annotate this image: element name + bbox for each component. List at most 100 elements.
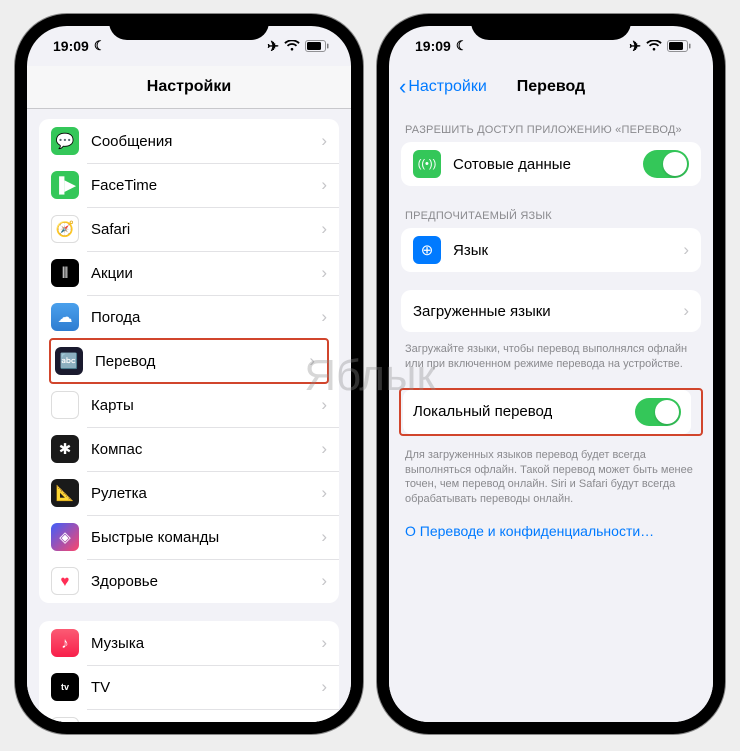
chevron-icon: ›	[321, 439, 327, 459]
row-label: Рулетка	[91, 485, 321, 502]
content[interactable]: 💬 Сообщения › ▐▶ FaceTime › 🧭 Safari ›	[27, 109, 351, 722]
settings-group-2: ♪ Музыка › tv TV › ✿ Фото ›	[39, 621, 339, 722]
chevron-icon: ›	[321, 395, 327, 415]
group-language: ⊕ Язык ›	[401, 228, 701, 272]
row-health[interactable]: ♥ Здоровье ›	[39, 559, 339, 603]
chevron-icon: ›	[321, 677, 327, 697]
row-safari[interactable]: 🧭 Safari ›	[39, 207, 339, 251]
maps-icon: ➤	[51, 391, 79, 419]
row-messages[interactable]: 💬 Сообщения ›	[39, 119, 339, 163]
photos-icon: ✿	[51, 717, 79, 722]
highlight-local: Локальный перевод	[399, 388, 703, 436]
status-time: 19:09	[415, 38, 451, 54]
chevron-icon: ›	[683, 301, 689, 321]
local-toggle[interactable]	[635, 398, 681, 426]
battery-icon	[305, 40, 329, 52]
row-label: Карты	[91, 397, 321, 414]
phone-left: 19:09 ☾ ✈ Настройки 💬 Сообщения ›	[15, 14, 363, 734]
chevron-icon: ›	[309, 351, 315, 371]
row-label: Язык	[453, 242, 683, 259]
group-downloaded: Загруженные языки ›	[401, 290, 701, 332]
health-icon: ♥	[51, 567, 79, 595]
screen-left: 19:09 ☾ ✈ Настройки 💬 Сообщения ›	[27, 26, 351, 722]
row-label: Safari	[91, 221, 321, 238]
row-shortcuts[interactable]: ◈ Быстрые команды ›	[39, 515, 339, 559]
dnd-icon: ☾	[94, 38, 106, 54]
row-label: Перевод	[95, 353, 309, 370]
chevron-icon: ›	[683, 240, 689, 260]
row-photos[interactable]: ✿ Фото ›	[39, 709, 339, 722]
row-cellular[interactable]: ((•)) Сотовые данные	[401, 142, 701, 186]
chevron-icon: ›	[321, 721, 327, 722]
content[interactable]: РАЗРЕШИТЬ ДОСТУП ПРИЛОЖЕНИЮ «ПЕРЕВОД» ((…	[389, 108, 713, 722]
section-header-lang: ПРЕДПОЧИТАЕМЫЙ ЯЗЫК	[389, 194, 713, 228]
wifi-icon	[646, 40, 662, 52]
chevron-icon: ›	[321, 263, 327, 283]
row-music[interactable]: ♪ Музыка ›	[39, 621, 339, 665]
nav-bar: ‹ Настройки Перевод	[389, 66, 713, 108]
chevron-icon: ›	[321, 131, 327, 151]
row-weather[interactable]: ☁ Погода ›	[39, 295, 339, 339]
chevron-icon: ›	[321, 633, 327, 653]
row-language[interactable]: ⊕ Язык ›	[401, 228, 701, 272]
highlight-translate: 🔤 Перевод ›	[49, 338, 329, 384]
chevron-icon: ›	[321, 175, 327, 195]
battery-icon	[667, 40, 691, 52]
chevron-icon: ›	[321, 483, 327, 503]
measure-icon: 📐	[51, 479, 79, 507]
music-icon: ♪	[51, 629, 79, 657]
safari-icon: 🧭	[51, 215, 79, 243]
back-button[interactable]: ‹ Настройки	[399, 74, 487, 100]
section-header-access: РАЗРЕШИТЬ ДОСТУП ПРИЛОЖЕНИЮ «ПЕРЕВОД»	[389, 108, 713, 142]
row-label: Здоровье	[91, 573, 321, 590]
weather-icon: ☁	[51, 303, 79, 331]
shortcuts-icon: ◈	[51, 523, 79, 551]
facetime-icon: ▐▶	[51, 171, 79, 199]
back-label: Настройки	[408, 78, 486, 96]
row-facetime[interactable]: ▐▶ FaceTime ›	[39, 163, 339, 207]
row-label: Сотовые данные	[453, 156, 643, 173]
stocks-icon: ⦀	[51, 259, 79, 287]
row-measure[interactable]: 📐 Рулетка ›	[39, 471, 339, 515]
cellular-toggle[interactable]	[643, 150, 689, 178]
airplane-icon: ✈	[629, 38, 641, 55]
messages-icon: 💬	[51, 127, 79, 155]
page-title: Настройки	[147, 78, 231, 96]
nav-bar: Настройки	[27, 66, 351, 109]
chevron-icon: ›	[321, 571, 327, 591]
row-label: Быстрые команды	[91, 529, 321, 546]
row-label: Сообщения	[91, 133, 321, 150]
row-compass[interactable]: ✱ Компас ›	[39, 427, 339, 471]
compass-icon: ✱	[51, 435, 79, 463]
chevron-left-icon: ‹	[399, 74, 406, 100]
phone-right: 19:09 ☾ ✈ ‹ Настройки Перевод РАЗРЕШИТЬ …	[377, 14, 725, 734]
row-label: Погода	[91, 309, 321, 326]
row-label: Компас	[91, 441, 321, 458]
settings-group-1: 💬 Сообщения › ▐▶ FaceTime › 🧭 Safari ›	[39, 119, 339, 603]
row-tv[interactable]: tv TV ›	[39, 665, 339, 709]
row-maps[interactable]: ➤ Карты ›	[39, 383, 339, 427]
row-label: Музыка	[91, 635, 321, 652]
row-translate[interactable]: 🔤 Перевод ›	[53, 340, 317, 382]
language-icon: ⊕	[413, 236, 441, 264]
row-label: FaceTime	[91, 177, 321, 194]
translate-icon: 🔤	[55, 347, 83, 375]
row-label: Локальный перевод	[413, 403, 635, 420]
cellular-icon: ((•))	[413, 150, 441, 178]
notch	[109, 14, 269, 40]
tv-icon: tv	[51, 673, 79, 701]
group-access: ((•)) Сотовые данные	[401, 142, 701, 186]
row-downloaded[interactable]: Загруженные языки ›	[401, 290, 701, 332]
row-label: TV	[91, 679, 321, 696]
dnd-icon: ☾	[456, 38, 468, 54]
status-time: 19:09	[53, 38, 89, 54]
row-label: Загруженные языки	[413, 303, 683, 320]
wifi-icon	[284, 40, 300, 52]
privacy-link[interactable]: О Переводе и конфиденциальности…	[389, 513, 713, 549]
chevron-icon: ›	[321, 527, 327, 547]
row-stocks[interactable]: ⦀ Акции ›	[39, 251, 339, 295]
row-label: Акции	[91, 265, 321, 282]
row-local-translate[interactable]: Локальный перевод	[403, 390, 691, 434]
chevron-icon: ›	[321, 307, 327, 327]
footer-downloaded: Загружайте языки, чтобы перевод выполнял…	[389, 336, 713, 378]
